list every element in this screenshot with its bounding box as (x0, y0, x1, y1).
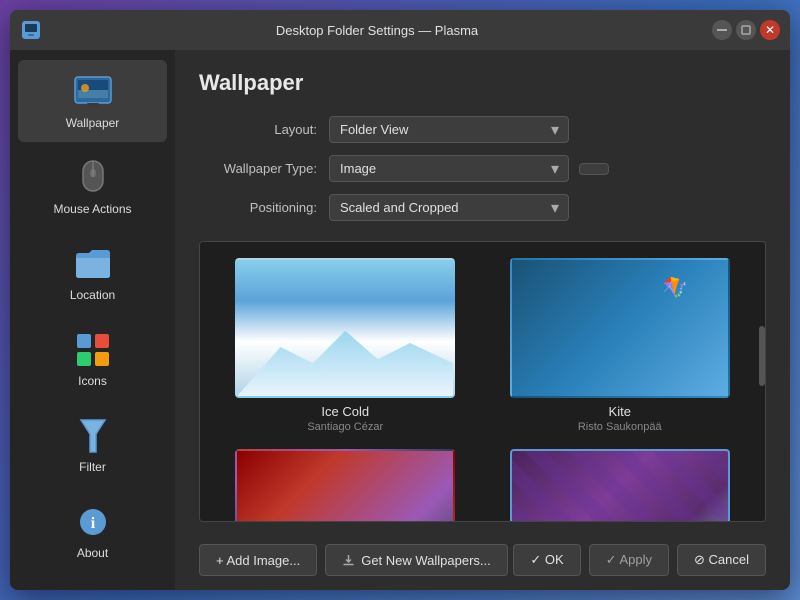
sidebar-item-filter[interactable]: Filter (18, 404, 167, 486)
wallpaper-name-kite: Kite (609, 404, 631, 419)
positioning-select[interactable]: Scaled and Cropped (329, 194, 569, 221)
sidebar-item-icons[interactable]: Icons (18, 318, 167, 400)
cancel-button[interactable]: ⊘ Cancel (677, 544, 766, 576)
layout-label: Layout: (199, 122, 329, 137)
wallpaper-thumb-ice-cold (235, 258, 455, 398)
maximize-button[interactable] (736, 20, 756, 40)
bottom-right-buttons: ✓ OK ✓ Apply ⊘ Cancel (513, 544, 766, 576)
app-icon (20, 19, 42, 41)
icons-icon (73, 330, 113, 370)
bottom-left-buttons: + Add Image... Get New Wallpapers... (199, 544, 508, 576)
apply-button[interactable]: ✓ Apply (589, 544, 669, 576)
wallpaper-grid: Ice Cold Santiago Cézar Kite Risto Sauko… (200, 242, 765, 522)
wallpaper-name-ice-cold: Ice Cold (321, 404, 369, 419)
window-controls: ✕ (712, 20, 780, 40)
sidebar-item-about[interactable]: i About (18, 490, 167, 572)
wallpaper-item-kite[interactable]: Kite Risto Saukonpää (491, 258, 750, 433)
wallpaper-author-ice-cold: Santiago Cézar (307, 421, 383, 433)
wallpaper-thumb-shell (510, 449, 730, 522)
page-title: Wallpaper (199, 70, 766, 96)
folder-icon (73, 244, 113, 284)
wallpaper-icon (73, 72, 113, 112)
ok-button[interactable]: ✓ OK (513, 544, 580, 576)
titlebar: Desktop Folder Settings — Plasma ✕ (10, 10, 790, 50)
download-icon-wallpaper (342, 554, 355, 567)
sidebar-location-label: Location (70, 288, 115, 302)
scrollbar-thumb[interactable] (759, 326, 765, 386)
wallpaper-type-select[interactable]: Image (329, 155, 569, 182)
wallpaper-item-ice-cold[interactable]: Ice Cold Santiago Cézar (216, 258, 475, 433)
sidebar-wallpaper-label: Wallpaper (66, 116, 120, 130)
close-button[interactable]: ✕ (760, 20, 780, 40)
get-new-wallpapers-label: Get New Wallpapers... (361, 553, 491, 568)
wallpaper-item-kokkini[interactable]: Kokkini Ken Vermette (216, 449, 475, 522)
sidebar-about-label: About (77, 546, 108, 560)
add-image-button[interactable]: + Add Image... (199, 544, 317, 576)
svg-text:i: i (90, 515, 95, 532)
mouse-icon (73, 158, 113, 198)
wallpaper-thumb-kite (510, 258, 730, 398)
sidebar-icons-label: Icons (78, 374, 107, 388)
content-area: Wallpaper Mouse Actions (10, 50, 790, 590)
positioning-label: Positioning: (199, 200, 329, 215)
sidebar-item-mouse-actions[interactable]: Mouse Actions (18, 146, 167, 228)
info-icon: i (73, 502, 113, 542)
main-window: Desktop Folder Settings — Plasma ✕ (10, 10, 790, 590)
wallpaper-type-select-wrapper: Image (329, 155, 569, 182)
window-title: Desktop Folder Settings — Plasma (42, 23, 712, 38)
sidebar-filter-label: Filter (79, 460, 106, 474)
wallpaper-thumb-kokkini (235, 449, 455, 522)
filter-icon (73, 416, 113, 456)
sidebar-item-location[interactable]: Location (18, 232, 167, 314)
wallpaper-grid-container[interactable]: Ice Cold Santiago Cézar Kite Risto Sauko… (199, 241, 766, 522)
sidebar: Wallpaper Mouse Actions (10, 50, 175, 590)
wallpaper-type-label: Wallpaper Type: (199, 161, 329, 176)
layout-select-wrapper: Folder View (329, 116, 569, 143)
sidebar-item-wallpaper[interactable]: Wallpaper (18, 60, 167, 142)
layout-select[interactable]: Folder View (329, 116, 569, 143)
wallpaper-type-row: Wallpaper Type: Image (199, 155, 766, 182)
main-panel: Wallpaper Layout: Folder View Wallpaper … (175, 50, 790, 590)
bottom-buttons: + Add Image... Get New Wallpapers... ✓ O… (199, 534, 766, 590)
layout-row: Layout: Folder View (199, 116, 766, 143)
sidebar-mouse-actions-label: Mouse Actions (53, 202, 131, 216)
minimize-button[interactable] (712, 20, 732, 40)
wallpaper-item-shell[interactable]: Shell Lucas Andrade (491, 449, 750, 522)
positioning-select-wrapper: Scaled and Cropped (329, 194, 569, 221)
get-new-wallpapers-button[interactable]: Get New Wallpapers... (325, 544, 508, 576)
wallpaper-author-kite: Risto Saukonpää (578, 421, 662, 433)
get-plugins-button[interactable] (579, 163, 609, 175)
positioning-row: Positioning: Scaled and Cropped (199, 194, 766, 221)
